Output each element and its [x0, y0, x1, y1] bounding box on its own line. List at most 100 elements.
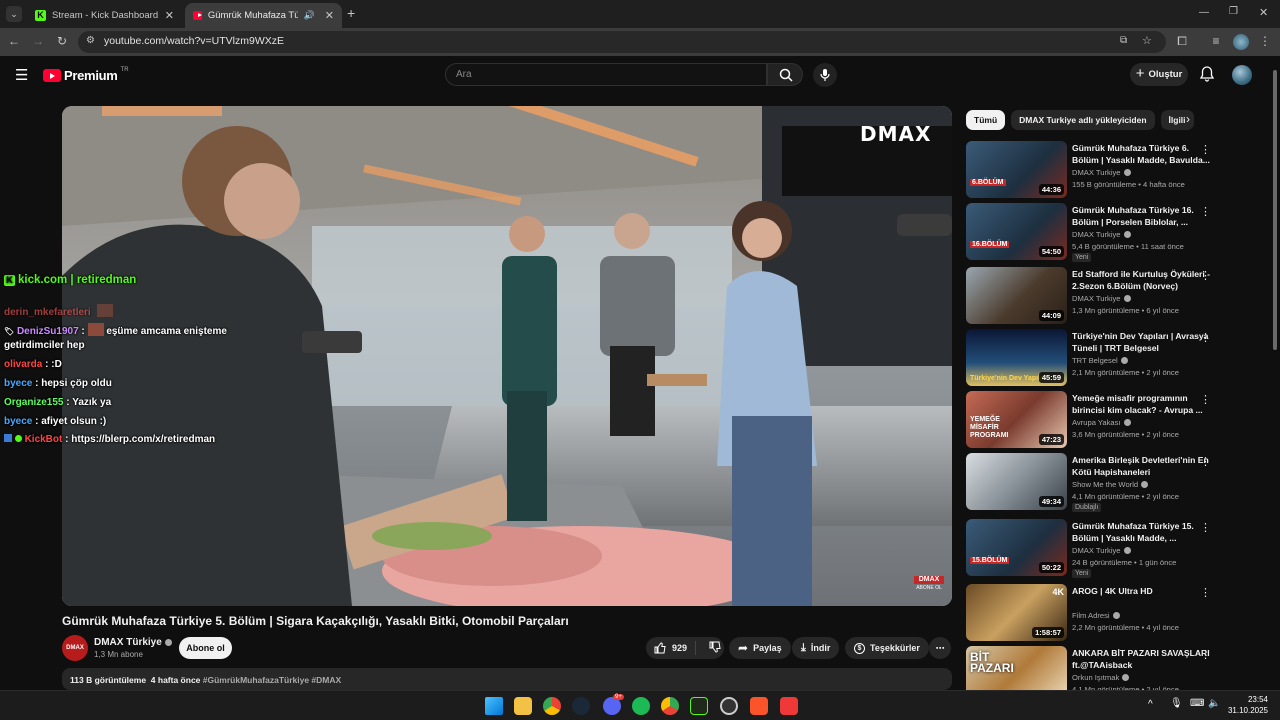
- recommended-video[interactable]: 44:09 Ed Stafford ile Kurtuluş Öyküleri -…: [966, 267, 1266, 324]
- spotify-icon[interactable]: [632, 697, 650, 715]
- recommended-title[interactable]: ANKARA BİT PAZARI SAVAŞLARI ft.@TAAisbac…: [1072, 647, 1212, 671]
- recommended-channel[interactable]: Film Adresi: [1072, 611, 1120, 620]
- hamburger-menu-icon[interactable]: ☰: [15, 66, 28, 84]
- search-button[interactable]: [767, 63, 803, 86]
- more-vertical-icon[interactable]: ⋮: [1200, 521, 1211, 534]
- channel-name[interactable]: DMAX Türkiye: [94, 637, 172, 648]
- video-player[interactable]: DMAX DMAX ABONE OL: [62, 106, 952, 606]
- tray-chevron-icon[interactable]: ^: [1148, 699, 1153, 710]
- close-tab-icon[interactable]: ✕: [325, 9, 334, 22]
- like-button[interactable]: 929: [646, 641, 697, 655]
- voice-search-button[interactable]: [813, 63, 837, 87]
- more-vertical-icon[interactable]: ⋮: [1200, 393, 1211, 406]
- recommended-channel[interactable]: DMAX Turkiye: [1072, 294, 1131, 303]
- recommended-channel[interactable]: TRT Belgesel: [1072, 356, 1128, 365]
- hashtags[interactable]: #GümrükMuhafazaTürkiye #DMAX: [203, 675, 341, 685]
- page-scrollbar[interactable]: [1272, 62, 1278, 690]
- chrome-alt-icon[interactable]: [661, 697, 679, 715]
- recommended-title[interactable]: Gümrük Muhafaza Türkiye 15. Bölüm | Yasa…: [1072, 520, 1212, 544]
- tray-mic-icon[interactable]: 🎙: [1170, 698, 1183, 709]
- new-tab-button[interactable]: +: [347, 5, 355, 21]
- channel-avatar[interactable]: DMAX: [62, 635, 88, 661]
- more-vertical-icon[interactable]: ⋮: [1200, 205, 1211, 218]
- recommended-title[interactable]: Yemeğe misafir programının birincisi kim…: [1072, 392, 1212, 416]
- share-button[interactable]: ➦ Paylaş: [729, 637, 791, 659]
- recommended-video[interactable]: 6.BÖLÜM 44:36 Gümrük Muhafaza Türkiye 6. B…: [966, 141, 1266, 198]
- start-windows-icon[interactable]: [485, 697, 503, 715]
- minimize-icon[interactable]: —: [1199, 7, 1209, 18]
- more-vertical-icon[interactable]: ⋮: [1200, 269, 1211, 282]
- video-thumbnail[interactable]: 16.BÖLÜM 54:50: [966, 203, 1067, 260]
- recommended-video[interactable]: Türkiye'nin Dev Yapıları 45:59 Türkiye'nin…: [966, 329, 1266, 386]
- dislike-button[interactable]: [701, 641, 729, 655]
- more-vertical-icon[interactable]: ⋮: [1200, 331, 1211, 344]
- more-vertical-icon[interactable]: ⋮: [1200, 648, 1211, 661]
- steam-icon[interactable]: [572, 697, 590, 715]
- reload-icon[interactable]: ↻: [54, 34, 70, 48]
- chevron-right-icon[interactable]: ›: [1186, 112, 1190, 126]
- obs-icon[interactable]: [720, 697, 738, 715]
- more-vertical-icon[interactable]: ⋮: [1200, 586, 1211, 599]
- kick-app-icon[interactable]: [690, 697, 708, 715]
- chip-all[interactable]: Tümü: [966, 110, 1006, 130]
- video-thumbnail[interactable]: 15.BÖLÜM 50:22: [966, 519, 1067, 576]
- recommended-channel[interactable]: DMAX Turkiye: [1072, 168, 1131, 177]
- recommended-channel[interactable]: DMAX Turkiye: [1072, 546, 1131, 555]
- account-avatar[interactable]: [1232, 65, 1252, 85]
- recommended-video[interactable]: 4K 1:58:57 AROG | 4K Ultra HD Film Adresi 2,…: [966, 584, 1266, 641]
- search-input[interactable]: [456, 69, 746, 80]
- profile-avatar[interactable]: [1233, 34, 1249, 50]
- notifications-button[interactable]: [1199, 66, 1215, 87]
- video-thumbnail[interactable]: Türkiye'nin Dev Yapıları 45:59: [966, 329, 1067, 386]
- recommended-title[interactable]: AROG | 4K Ultra HD: [1072, 585, 1212, 597]
- video-thumbnail[interactable]: 44:09: [966, 267, 1067, 324]
- vivaldi-icon[interactable]: [780, 697, 798, 715]
- more-vertical-icon[interactable]: ⋮: [1200, 455, 1211, 468]
- tray-volume-icon[interactable]: 🔈: [1208, 698, 1220, 709]
- recommended-channel[interactable]: Orkun Işıtmak: [1072, 673, 1130, 682]
- file-explorer-icon[interactable]: [514, 697, 532, 715]
- tab-youtube-video[interactable]: Gümrük Muhafaza Türkiye 5. 🔊 ✕: [185, 3, 342, 28]
- extensions-icon[interactable]: ⧠: [1174, 34, 1190, 49]
- scrollbar-thumb[interactable]: [1273, 70, 1277, 350]
- brave-icon[interactable]: [750, 697, 768, 715]
- browser-menu-icon[interactable]: ⋮: [1257, 34, 1273, 48]
- bookmark-star-icon[interactable]: ☆: [1142, 34, 1152, 47]
- install-app-icon[interactable]: ⧉: [1120, 35, 1127, 46]
- download-button[interactable]: ⤓ İndir: [792, 637, 840, 659]
- close-window-icon[interactable]: ✕: [1259, 6, 1268, 19]
- recommended-title[interactable]: Ed Stafford ile Kurtuluş Öyküleri - 2.Se…: [1072, 268, 1212, 292]
- speaker-icon[interactable]: 🔊: [304, 10, 315, 21]
- create-button[interactable]: + Oluştur: [1130, 63, 1188, 86]
- site-info-icon[interactable]: ⚙: [86, 35, 95, 46]
- recommended-channel[interactable]: Avrupa Yakası: [1072, 418, 1131, 427]
- dmax-corner-logo[interactable]: DMAX ABONE OL: [914, 576, 944, 592]
- search-box[interactable]: [445, 63, 767, 86]
- tray-network-icon[interactable]: ⌨: [1190, 698, 1204, 709]
- video-thumbnail[interactable]: 4K 1:58:57: [966, 584, 1067, 641]
- tab-search-button[interactable]: ⌄: [6, 6, 22, 22]
- back-icon[interactable]: ←: [6, 34, 22, 48]
- restore-icon[interactable]: ❐: [1229, 6, 1238, 17]
- description-box[interactable]: 113 B görüntüleme 4 hafta önce #GümrükMu…: [62, 668, 952, 690]
- video-thumbnail[interactable]: YEMEĞE MİSAFİR PROGRAMI 47:23: [966, 391, 1067, 448]
- more-vertical-icon[interactable]: ⋮: [1200, 143, 1211, 156]
- recommended-title[interactable]: Türkiye'nin Dev Yapıları | Avrasya Tünel…: [1072, 330, 1212, 354]
- reading-list-icon[interactable]: ≡: [1208, 34, 1224, 48]
- address-bar[interactable]: ⚙ youtube.com/watch?v=UTVlzm9WXzE ⧉ ☆: [78, 31, 1166, 53]
- recommended-video[interactable]: 15.BÖLÜM 50:22 Gümrük Muhafaza Türkiye 15.…: [966, 519, 1266, 578]
- chip-from-uploader[interactable]: DMAX Turkiye adlı yükleyiciden: [1011, 110, 1155, 130]
- recommended-video[interactable]: 49:34 Amerika Birleşik Devletleri'nin En …: [966, 453, 1266, 512]
- recommended-title[interactable]: Gümrük Muhafaza Türkiye 6. Bölüm | Yasak…: [1072, 142, 1212, 166]
- thanks-button[interactable]: $ Teşekkürler: [845, 637, 929, 659]
- subscribe-button[interactable]: Abone ol: [179, 637, 232, 659]
- video-thumbnail[interactable]: 6.BÖLÜM 44:36: [966, 141, 1067, 198]
- close-tab-icon[interactable]: ✕: [165, 9, 174, 22]
- forward-icon[interactable]: →: [30, 34, 46, 48]
- recommended-title[interactable]: Amerika Birleşik Devletleri'nin En Kötü …: [1072, 454, 1212, 478]
- more-actions-button[interactable]: ⋯: [929, 637, 951, 659]
- recommended-video[interactable]: 16.BÖLÜM 54:50 Gümrük Muhafaza Türkiye 16.…: [966, 203, 1266, 262]
- video-thumbnail[interactable]: 49:34: [966, 453, 1067, 510]
- recommended-channel[interactable]: DMAX Turkiye: [1072, 230, 1131, 239]
- recommended-channel[interactable]: Show Me the World: [1072, 480, 1149, 489]
